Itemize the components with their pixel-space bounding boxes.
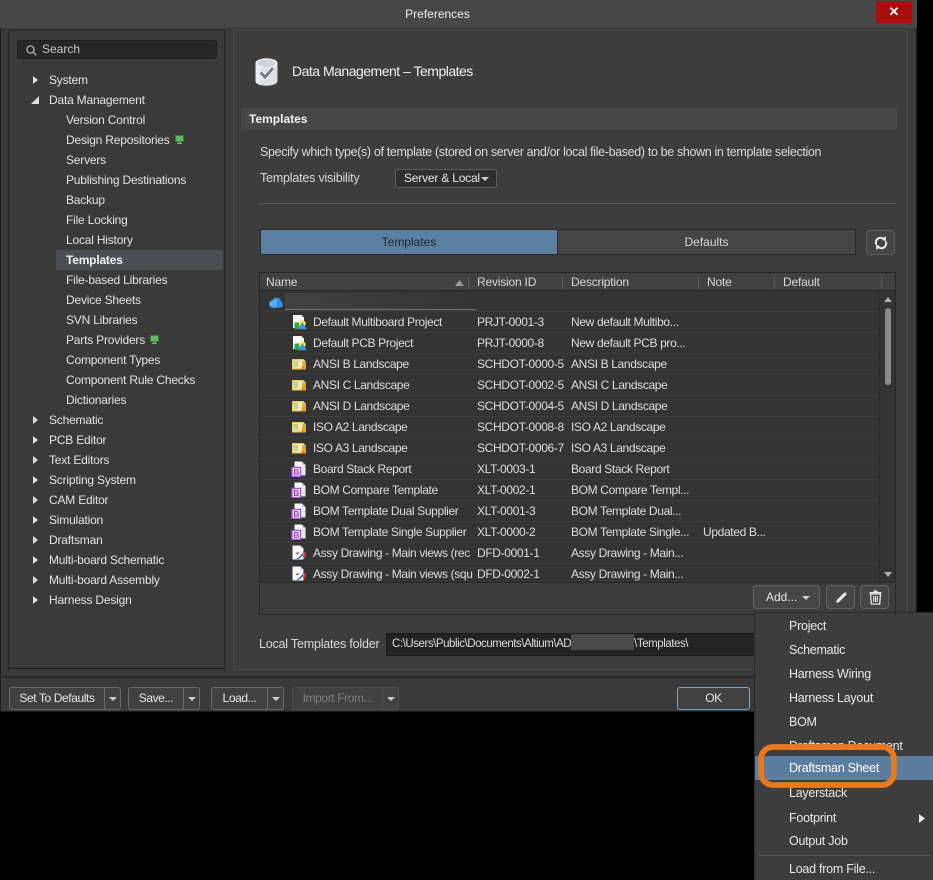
svg-text:B: B xyxy=(293,488,299,498)
svg-text:B: B xyxy=(293,530,299,540)
svg-text:B: B xyxy=(293,509,299,519)
svg-text:B: B xyxy=(293,467,299,477)
